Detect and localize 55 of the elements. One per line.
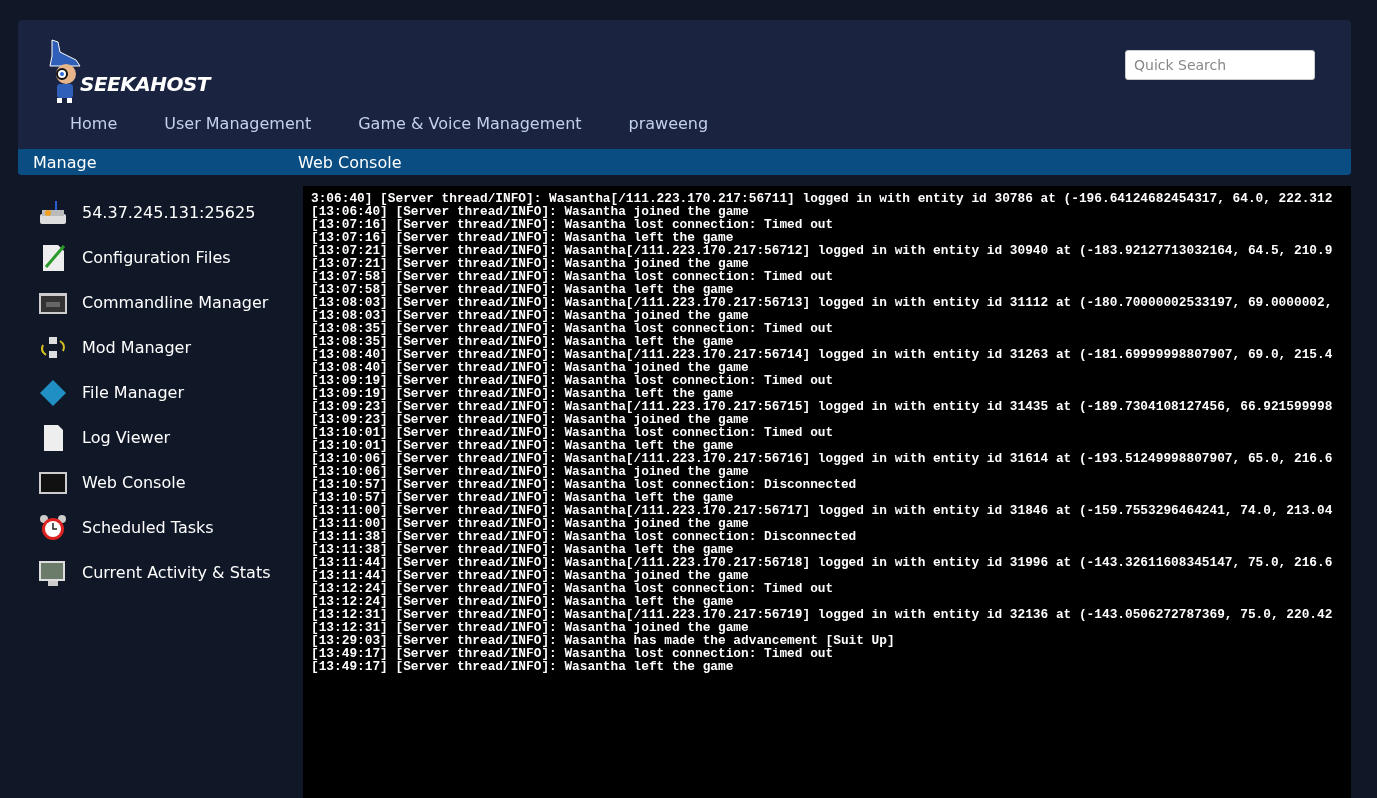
console-line: [13:07:21] [Server thread/INFO]: Wasantha[/111.223.170.217:56712] logged in with entity id 30940 at (-183.92127713032164, 64.5, 210.9 — [311, 244, 1334, 257]
console-line: [13:09:19] [Server thread/INFO]: Wasantha lost connection: Timed out — [311, 374, 835, 387]
console-line: [13:49:17] [Server thread/INFO]: Wasantha lost connection: Timed out — [311, 647, 834, 660]
alarm-clock-icon — [38, 512, 68, 543]
console-line: [13:09:19] [Server thread/INFO]: Wasantha left the game — [311, 387, 734, 400]
console-line: [13:09:23] [Server thread/INFO]: Wasantha joined the game — [311, 413, 749, 426]
console-line: [13:11:38] [Server thread/INFO]: Wasantha lost connection: Disconnected — [311, 530, 858, 543]
console-line: [13:08:40] [Server thread/INFO]: Wasantha joined the game — [311, 361, 749, 374]
console-line: [13:11:00] [Server thread/INFO]: Wasantha[/111.223.170.217:56717] logged in with entity id 31846 at (-159.7553296464241, 74.0, 213.04 — [311, 504, 1334, 517]
console-line: [13:11:44] [Server thread/INFO]: Wasantha[/111.223.170.217:56718] logged in with entity id 31996 at (-143.32611608345147, 75.0, 216.6 — [311, 556, 1334, 569]
sidebar-link[interactable]: File Manager — [18, 370, 303, 415]
console-line: [13:12:31] [Server thread/INFO]: Wasantha joined the game — [311, 621, 749, 634]
console-line: [13:06:40] [Server thread/INFO]: Wasantha joined the game — [311, 205, 749, 218]
console-line: [13:29:03] [Server thread/INFO]: Wasantha has made the advancement [Suit Up] — [311, 634, 896, 647]
console-line: [13:12:31] [Server thread/INFO]: Wasantha[/111.223.170.217:56719] logged in with entity id 32136 at (-143.0506272787369, 75.0, 220.42 — [311, 608, 1334, 621]
console-line: [13:08:35] [Server thread/INFO]: Wasantha lost connection: Timed out — [311, 322, 835, 335]
console-line: [13:11:00] [Server thread/INFO]: Wasantha joined the game — [311, 517, 749, 530]
console-line: [13:07:58] [Server thread/INFO]: Wasantha left the game — [311, 283, 734, 296]
console-line: [13:49:17] [Server thread/INFO]: Wasantha left the game — [311, 660, 735, 673]
console-line: [13:11:44] [Server thread/INFO]: Wasantha joined the game — [311, 569, 749, 582]
console-line: [13:10:01] [Server thread/INFO]: Wasantha lost connection: Timed out — [311, 426, 835, 439]
sidebar-link[interactable]: Commandline Manager — [18, 280, 303, 325]
console-line: [13:12:24] [Server thread/INFO]: Wasantha lost connection: Timed out — [311, 582, 835, 595]
quick-search-field[interactable]: Quick Search — [1125, 50, 1315, 80]
console-line: [13:10:06] [Server thread/INFO]: Wasantha[/111.223.170.217:56716] logged in with entity id 31614 at (-193.51249998807907, 65.0, 216.6 — [311, 452, 1334, 465]
console-line: [13:09:23] [Server thread/INFO]: Wasantha[/111.223.170.217:56715] logged in with entity id 31435 at (-189.7304108127456, 66.921599998 — [311, 400, 1334, 413]
sidebar-link[interactable]: Configuration Files — [18, 235, 303, 280]
nav-link[interactable]: praweeng — [628, 108, 732, 139]
sidebar-link[interactable]: 54.37.245.131:25625 — [18, 190, 303, 235]
console-line: [13:08:03] [Server thread/INFO]: Wasantha joined the game — [311, 309, 749, 322]
sidebar-link[interactable]: Web Console — [18, 460, 303, 505]
console-line: [13:10:57] [Server thread/INFO]: Wasantha lost connection: Disconnected — [311, 478, 858, 491]
console-line: [13:07:16] [Server thread/INFO]: Wasantha lost connection: Timed out — [311, 218, 835, 231]
sidebar-link[interactable]: Scheduled Tasks — [18, 505, 303, 550]
sidebar-link[interactable]: Log Viewer — [18, 415, 303, 460]
sidebar-heading: Manage — [32, 152, 98, 172]
nav-link[interactable]: Home — [70, 108, 141, 139]
console-line: [13:08:35] [Server thread/INFO]: Wasantha left the game — [311, 335, 734, 348]
console-line: [13:08:40] [Server thread/INFO]: Wasantha[/111.223.170.217:56714] logged in with entity id 31263 at (-181.69999998807907, 69.0, 215.4 — [311, 348, 1334, 361]
console-line: 3:06:40] [Server thread/INFO]: Wasantha[/111.223.170.217:56711] logged in with entity id 30786 at (-196.64124682454317, 64.0, 222.312 — [311, 192, 1334, 205]
sidebar-link[interactable]: Mod Manager — [18, 325, 303, 370]
console-line: [13:10:57] [Server thread/INFO]: Wasantha left the game — [311, 491, 734, 504]
console-line: [13:10:01] [Server thread/INFO]: Wasantha left the game — [311, 439, 734, 452]
console-line: [13:07:58] [Server thread/INFO]: Wasantha lost connection: Timed out — [311, 270, 835, 283]
page-heading: Web Console — [298, 152, 402, 172]
sidebar-link[interactable]: Current Activity & Stats — [18, 550, 303, 595]
console-line: [13:10:06] [Server thread/INFO]: Wasantha joined the game — [311, 465, 749, 478]
console-line: [13:12:24] [Server thread/INFO]: Wasantha left the game — [311, 595, 734, 608]
nav-link[interactable]: Game & Voice Management — [358, 108, 605, 139]
console-line: [13:07:16] [Server thread/INFO]: Wasantha left the game — [311, 231, 734, 244]
console-line: [13:07:21] [Server thread/INFO]: Wasantha joined the game — [311, 257, 749, 270]
console-line: [13:11:38] [Server thread/INFO]: Wasantha left the game — [311, 543, 734, 556]
brand-logo-text[interactable]: SEEKAHOST — [80, 72, 210, 96]
nav-link[interactable]: User Management — [164, 108, 335, 139]
console-line: [13:08:03] [Server thread/INFO]: Wasantha[/111.223.170.217:56713] logged in with entity id 31112 at (-180.70000002533197, 69.0000002, — [311, 296, 1334, 309]
